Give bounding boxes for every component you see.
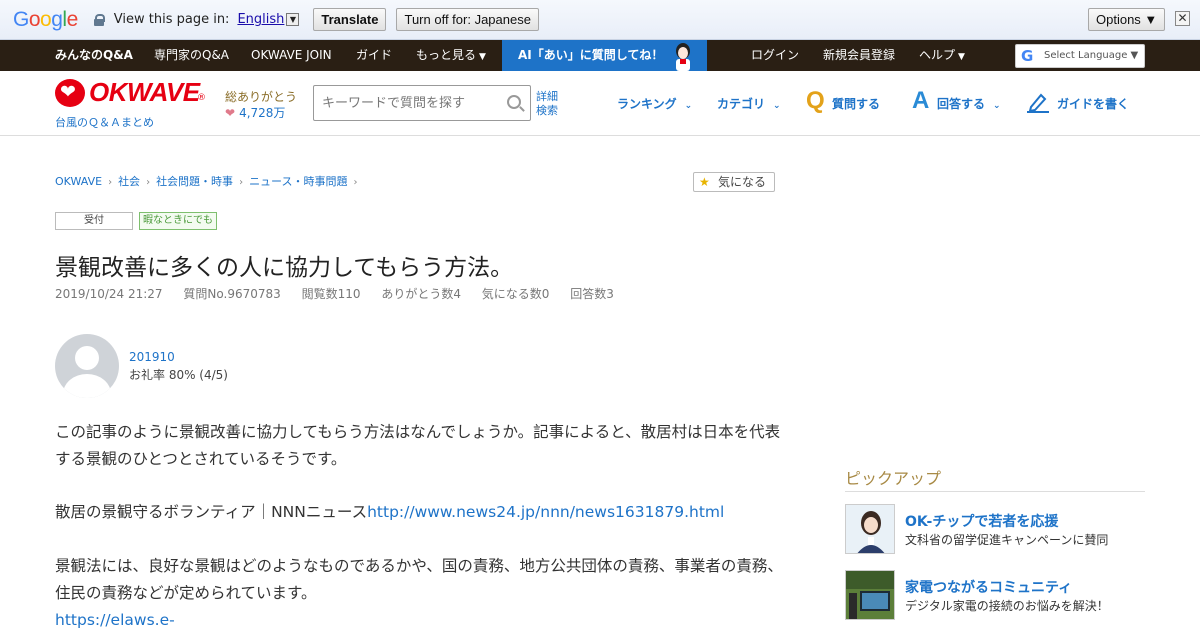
registered-mark: ® <box>197 93 206 103</box>
article-link[interactable]: http://www.news24.jp/nnn/news1631879.htm… <box>367 503 724 521</box>
breadcrumb-social-issues[interactable]: 社会問題・時事 <box>156 175 233 188</box>
breadcrumb-society[interactable]: 社会 <box>118 175 140 188</box>
star-icon: ★ <box>699 175 710 189</box>
site-header: OKWAVE ® 台風のＱ＆Ａまとめ 総ありがとう ❤4,728万 詳細検索 ラ… <box>0 71 1200 136</box>
category-menu[interactable]: カテゴリ ⌄ <box>717 95 781 112</box>
breadcrumb: OKWAVE › 社会 › 社会問題・時事 › ニュース・時事問題 › <box>55 173 364 189</box>
nav-help[interactable]: ヘルプ ▼ <box>919 40 965 71</box>
pickup-subtitle-1: デジタル家電の接続のお悩みを解決！ <box>905 599 1109 613</box>
pickup-thumbnail-electronics[interactable] <box>845 570 895 620</box>
chevron-right-icon: › <box>146 177 151 188</box>
user-name[interactable]: 201910 <box>129 350 175 364</box>
okwave-logo-text[interactable]: OKWAVE <box>89 77 200 108</box>
ai-question-label: AI「あい」に質問してね！ <box>518 48 664 62</box>
chevron-right-icon: › <box>108 177 113 188</box>
lock-icon <box>93 13 105 26</box>
nav-okwave-join[interactable]: OKWAVE JOIN <box>251 40 332 71</box>
chevron-down-icon: ⌄ <box>684 101 693 111</box>
translate-bar: Google View this page in: English ▼ Tran… <box>0 0 1200 40</box>
watch-button-label: 気になる <box>718 175 767 189</box>
nav-help-label: ヘルプ <box>919 48 956 62</box>
watch-button[interactable]: ★ 気になる <box>693 172 775 192</box>
watch-count: 気になる数0 <box>481 287 550 301</box>
advanced-search-link[interactable]: 詳細検索 <box>536 90 566 118</box>
question-body-para3: 景観法には、良好な景観はどのようなものであるかや、国の責務、地方公共団体の責務、… <box>55 557 783 602</box>
ai-question-tab[interactable]: AI「あい」に質問してね！ <box>502 40 707 71</box>
language-select[interactable]: English <box>237 12 284 27</box>
select-language-label: Select Language ▼ <box>1044 50 1139 61</box>
question-body-para2: 散居の景観守るボランティア｜NNNニュースhttp://www.news24.j… <box>55 499 785 526</box>
top-nav: みんなのQ&A 専門家のQ&A OKWAVE JOIN ガイド もっと見る ▼ A… <box>0 40 1200 71</box>
article-source-text: 散居の景観守るボランティア｜NNNニュース <box>55 503 368 521</box>
answer-menu[interactable]: 回答する ⌄ <box>937 95 1001 112</box>
chevron-down-icon: ⌄ <box>993 101 1001 111</box>
user-thanks-rate: お礼率 80% (4/5) <box>129 368 228 382</box>
heart-icon: ❤ <box>225 106 236 120</box>
language-dropdown-icon[interactable]: ▼ <box>286 13 300 26</box>
status-badge: 受付 <box>55 212 133 230</box>
ranking-menu[interactable]: ランキング ⌄ <box>617 95 692 112</box>
category-label: カテゴリ <box>717 97 766 111</box>
category-badge: 暇なときにでも <box>139 212 217 230</box>
okwave-heart-logo[interactable] <box>55 79 85 107</box>
google-g-icon: G <box>1021 47 1034 65</box>
pickup-heading: ピックアップ <box>845 465 1145 492</box>
pickup-title-1[interactable]: 家電つながるコミュニティ <box>905 577 1072 597</box>
google-logo: Google <box>13 7 78 31</box>
question-number: 質問No.9670783 <box>183 287 281 301</box>
search-input[interactable] <box>322 94 497 112</box>
logo-subtitle[interactable]: 台風のＱ＆Ａまとめ <box>55 114 154 130</box>
ranking-label: ランキング <box>617 97 677 111</box>
breadcrumb-okwave[interactable]: OKWAVE <box>55 175 102 188</box>
options-button[interactable]: Options ▼ <box>1088 8 1166 31</box>
chevron-right-icon: › <box>239 177 244 188</box>
total-thanks-label: 総ありがとう <box>225 90 298 104</box>
view-count: 閲覧数110 <box>301 287 361 301</box>
answer-a-icon: A <box>912 87 930 114</box>
close-icon[interactable]: ✕ <box>1175 11 1190 26</box>
thanks-count-value: 4,728万 <box>239 106 286 120</box>
breadcrumb-news[interactable]: ニュース・時事問題 <box>249 175 347 188</box>
search-icon[interactable] <box>507 95 521 109</box>
write-guide-button[interactable]: ガイドを書く <box>1057 95 1129 112</box>
question-body-para1: この記事のように景観改善に協力してもらう方法はなんでしょうか。記事によると、散居… <box>55 423 781 468</box>
select-language-widget[interactable]: G Select Language ▼ <box>1015 44 1145 68</box>
nav-minna-qa[interactable]: みんなのQ&A <box>55 40 133 71</box>
translate-prompt: View this page in: <box>113 12 230 27</box>
turn-off-button[interactable]: Turn off for: Japanese <box>396 8 539 31</box>
pickup-thumbnail-student[interactable] <box>845 504 895 554</box>
chevron-down-icon: ⌄ <box>773 101 781 111</box>
pen-icon <box>1027 93 1049 113</box>
search-box <box>313 85 531 121</box>
question-q-icon: Q <box>806 87 825 114</box>
chevron-down-icon: ▼ <box>479 52 486 62</box>
ask-question-button[interactable]: 質問する <box>832 95 880 112</box>
chevron-right-icon: › <box>353 177 358 188</box>
nav-login[interactable]: ログイン <box>751 40 799 71</box>
ai-character-icon <box>676 43 690 71</box>
translate-button[interactable]: Translate <box>313 8 387 31</box>
nav-register[interactable]: 新規会員登録 <box>823 40 895 71</box>
avatar[interactable] <box>55 334 119 398</box>
nav-more-label: もっと見る <box>416 48 477 62</box>
total-thanks-count: ❤ 4,728万 <box>225 104 285 121</box>
chevron-down-icon: ▼ <box>958 52 965 62</box>
question-title: 景観改善に多くの人に協力してもらう方法。 <box>55 255 514 281</box>
answer-count: 回答数3 <box>570 287 614 301</box>
nav-expert-qa[interactable]: 専門家のQ&A <box>154 40 229 71</box>
answer-label: 回答する <box>937 97 986 111</box>
nav-guide[interactable]: ガイド <box>356 40 392 71</box>
question-date: 2019/10/24 21:27 <box>55 287 163 301</box>
question-meta: 2019/10/24 21:27 質問No.9670783 閲覧数110 ありが… <box>55 285 631 302</box>
thanks-count: ありがとう数4 <box>381 287 461 301</box>
pickup-title-0[interactable]: OK-チップで若者を応援 <box>905 511 1058 531</box>
nav-more[interactable]: もっと見る ▼ <box>416 40 486 71</box>
pickup-subtitle-0: 文科省の留学促進キャンペーンに賛同 <box>905 533 1109 547</box>
elaws-link[interactable]: https://elaws.e- <box>55 611 175 629</box>
